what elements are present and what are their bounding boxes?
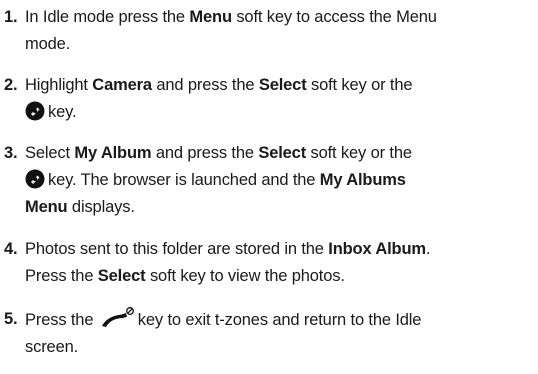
step-line: Highlight Camera and press the Select so… [25, 72, 534, 99]
step-text: Select My Album and press the Select sof… [25, 140, 534, 221]
my-albums-keyword: My Albums [319, 171, 406, 189]
step-line: screen. [25, 334, 534, 361]
i-select-key-icon [25, 101, 45, 121]
step-line: mode. [25, 31, 534, 58]
menu-keyword: Menu [189, 8, 232, 26]
step-line: key. The browser is launched and the My … [25, 167, 534, 194]
step-number: 1. [4, 8, 18, 26]
text-run: In Idle mode press the [25, 8, 190, 26]
menu-keyword: Menu [25, 198, 68, 216]
step-line: Select My Album and press the Select sof… [25, 140, 534, 167]
step-number: 2. [4, 76, 18, 94]
text-run: soft key or the [306, 144, 412, 162]
text-run: and press the [151, 144, 259, 162]
text-run: . [425, 240, 431, 258]
step-line: In Idle mode press the Menu soft key to … [25, 4, 534, 31]
step-text: In Idle mode press the Menu soft key to … [25, 4, 534, 58]
text-run: key to exit t-zones and return to the Id… [137, 311, 422, 329]
step-text: Photos sent to this folder are stored in… [25, 236, 534, 290]
step-number: 4. [4, 240, 18, 258]
text-run: soft key to access the Menu [231, 8, 437, 26]
step-text: Press the key to exit t-zones and return… [25, 306, 534, 361]
text-run: Press the [25, 267, 98, 285]
inbox-album-keyword: Inbox Album [328, 240, 426, 258]
end-call-key-icon [101, 307, 134, 327]
step-line: Press the key to exit t-zones and return… [25, 306, 534, 334]
text-run: key. [48, 103, 77, 121]
text-run: mode. [25, 35, 71, 53]
step-number: 3. [4, 144, 18, 162]
text-run: Photos sent to this folder are stored in… [25, 240, 329, 258]
select-keyword: Select [258, 76, 307, 94]
step-text: Highlight Camera and press the Select so… [25, 72, 534, 126]
text-run: displays. [67, 198, 135, 216]
text-run: Press the [25, 311, 98, 329]
select-keyword: Select [97, 267, 146, 285]
my-album-keyword: My Album [74, 144, 152, 162]
text-run: and press the [151, 76, 259, 94]
i-select-key-icon [25, 169, 45, 189]
select-keyword: Select [258, 144, 307, 162]
step-line: Photos sent to this folder are stored in… [25, 236, 534, 263]
camera-keyword: Camera [92, 76, 152, 94]
text-run: Highlight [25, 76, 93, 94]
instruction-list: 1. In Idle mode press the Menu soft key … [0, 0, 538, 374]
step-line: key. [25, 99, 534, 126]
step-line: Menu displays. [25, 194, 534, 221]
text-run: soft key to view the photos. [145, 267, 345, 285]
text-run: Select [25, 144, 75, 162]
text-run: soft key or the [306, 76, 413, 94]
text-run: screen. [25, 338, 79, 356]
text-run: key. The browser is launched and the [48, 171, 320, 189]
step-line: Press the Select soft key to view the ph… [25, 263, 534, 290]
step-number: 5. [4, 310, 18, 328]
